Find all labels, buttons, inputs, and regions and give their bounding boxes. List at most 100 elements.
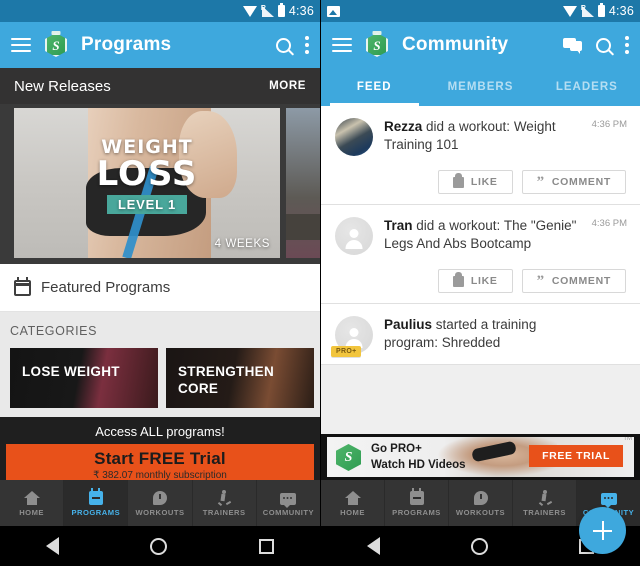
tab-members[interactable]: MEMBERS: [427, 68, 533, 106]
recents-icon[interactable]: [259, 538, 275, 554]
post-username[interactable]: Paulius: [384, 317, 432, 332]
program-level-badge: LEVEL 1: [106, 195, 188, 215]
ad-line1: Go PRO+: [371, 443, 422, 455]
like-label: LIKE: [470, 275, 498, 287]
category-card[interactable]: LOSE WEIGHT: [10, 348, 158, 408]
chat-icon[interactable]: [563, 38, 582, 54]
comment-label: COMMENT: [551, 275, 611, 287]
bottom-nav-community[interactable]: COMMUNITY: [257, 480, 320, 526]
bottom-nav-label: WORKOUTS: [135, 508, 185, 517]
new-releases-header: New Releases MORE: [0, 68, 320, 104]
promo-button-label: Start FREE Trial: [94, 449, 226, 468]
category-card[interactable]: STRENGTHEN CORE: [166, 348, 314, 408]
search-icon[interactable]: [596, 37, 611, 53]
post-text: Rezza did a workout: Weight Training 101: [384, 118, 626, 156]
avatar[interactable]: PRO+: [331, 316, 373, 357]
tab-feed[interactable]: FEED: [321, 68, 427, 106]
new-releases-title: New Releases: [14, 77, 111, 95]
app-bar: S Programs: [0, 22, 320, 68]
chat-bubble-icon: [280, 493, 297, 508]
left-phone-screen: R 4:36 S Programs New Releases MORE WEIG…: [0, 0, 320, 566]
status-bar-clock: 4:36: [608, 4, 634, 18]
feed-post: PRO+ Paulius started a training program:…: [321, 304, 640, 365]
home-circle-icon[interactable]: [470, 537, 488, 555]
like-button[interactable]: LIKE: [437, 269, 513, 293]
quote-icon: ”: [536, 272, 545, 289]
comment-button[interactable]: ” COMMENT: [521, 269, 626, 293]
post-actions: LIKE ” COMMENT: [335, 170, 626, 194]
bottom-nav-label: HOME: [340, 508, 365, 517]
right-phone-screen: R 4:36 S Community FEED MEMBERS LEADERS: [320, 0, 640, 566]
program-card-next[interactable]: [286, 108, 320, 258]
ad-logo-icon: S: [336, 444, 361, 471]
create-post-fab[interactable]: [579, 507, 626, 554]
comment-label: COMMENT: [551, 176, 611, 188]
runner-icon: [538, 490, 552, 507]
overflow-menu-icon[interactable]: [625, 36, 629, 54]
post-username[interactable]: Tran: [384, 218, 413, 233]
post-header: Rezza did a workout: Weight Training 101: [335, 118, 626, 156]
ad-line2: Watch HD Videos: [371, 458, 466, 471]
categories-label: CATEGORIES: [10, 324, 98, 338]
post-header: PRO+ Paulius started a training program:…: [331, 316, 626, 357]
comment-button[interactable]: ” COMMENT: [521, 170, 626, 194]
screenshot-icon: [327, 5, 340, 17]
hamburger-icon[interactable]: [11, 38, 31, 52]
bottom-nav-label: TRAINERS: [202, 508, 246, 517]
wifi-icon: [562, 5, 577, 17]
program-duration: 4 WEEKS: [214, 238, 270, 250]
featured-programs-row[interactable]: Featured Programs: [0, 264, 320, 312]
post-text: Paulius started a training program: Shre…: [384, 316, 626, 354]
status-bar-right: R 4:36: [242, 3, 314, 18]
feed-post: 4:36 PM Tran did a workout: The "Genie" …: [321, 205, 640, 304]
bottom-nav-programs[interactable]: PROGRAMS: [385, 480, 449, 526]
bottom-nav-label: COMMUNITY: [262, 508, 315, 517]
post-username[interactable]: Rezza: [384, 119, 422, 134]
home-circle-icon[interactable]: [150, 537, 168, 555]
avatar[interactable]: [335, 118, 373, 156]
program-card-weight-loss[interactable]: WEIGHT LOSS LEVEL 1 4 WEEKS: [14, 108, 280, 258]
hamburger-icon[interactable]: [332, 38, 352, 52]
back-icon[interactable]: [366, 537, 380, 555]
post-action: did a workout: The "Genie" Legs And Abs …: [384, 218, 577, 252]
like-button[interactable]: LIKE: [437, 170, 513, 194]
status-bar: R 4:36: [321, 0, 640, 22]
new-releases-carousel[interactable]: WEIGHT LOSS LEVEL 1 4 WEEKS: [0, 104, 320, 264]
page-title: Programs: [81, 34, 172, 55]
ad-banner[interactable]: TM S Go PRO+ Watch HD Videos FREE TRIAL: [321, 434, 640, 480]
battery-icon: [277, 3, 285, 17]
post-header: Tran did a workout: The "Genie" Legs And…: [335, 217, 626, 255]
bottom-nav-home[interactable]: HOME: [321, 480, 385, 526]
bottom-nav-workouts[interactable]: WORKOUTS: [128, 480, 193, 526]
pro-badge: PRO+: [331, 346, 362, 357]
calendar-icon: [88, 488, 103, 505]
community-feed[interactable]: 4:36 PM Rezza did a workout: Weight Trai…: [321, 106, 640, 480]
runner-icon: [217, 490, 232, 507]
status-bar: R 4:36: [0, 0, 320, 22]
new-releases-more-button[interactable]: MORE: [269, 80, 306, 92]
bottom-nav-workouts[interactable]: WORKOUTS: [449, 480, 513, 526]
bottom-nav-trainers[interactable]: TRAINERS: [193, 480, 257, 526]
signal-roaming-icon: R: [261, 5, 274, 17]
app-logo-icon: S: [43, 31, 69, 58]
feed-post: 4:36 PM Rezza did a workout: Weight Trai…: [321, 106, 640, 205]
bottom-nav-trainers[interactable]: TRAINERS: [513, 480, 577, 526]
bottom-nav-label: PROGRAMS: [71, 508, 121, 517]
page-title: Community: [402, 34, 509, 55]
featured-programs-label: Featured Programs: [41, 279, 171, 296]
search-icon[interactable]: [276, 37, 291, 53]
ad-cta-button[interactable]: FREE TRIAL: [529, 445, 623, 467]
bottom-nav-home[interactable]: HOME: [0, 480, 65, 526]
app-bar-actions: [276, 36, 309, 54]
battery-icon: [597, 3, 605, 17]
overflow-menu-icon[interactable]: [305, 36, 309, 54]
wifi-icon: [242, 5, 257, 17]
quote-icon: ”: [536, 173, 545, 190]
app-logo-icon: S: [364, 31, 390, 58]
bottom-nav-programs[interactable]: PROGRAMS: [64, 480, 129, 526]
post-timestamp: 4:36 PM: [591, 218, 627, 229]
bottom-nav-label: PROGRAMS: [392, 508, 441, 517]
back-icon[interactable]: [45, 537, 59, 555]
tab-leaders[interactable]: LEADERS: [534, 68, 640, 106]
avatar[interactable]: [335, 217, 373, 255]
